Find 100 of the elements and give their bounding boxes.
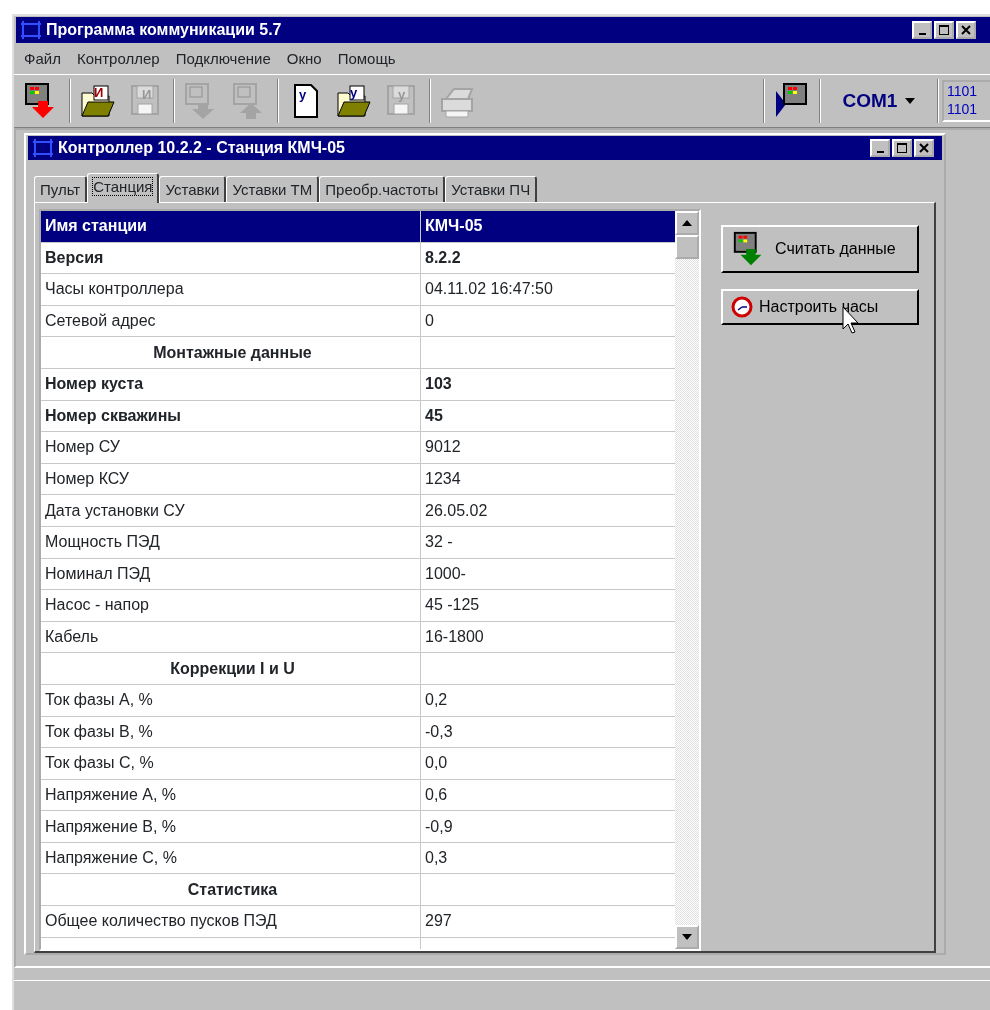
table-cell-text: 32 - — [424, 532, 454, 553]
close-icon — [919, 143, 929, 153]
table-cell-text: 04.11.02 16:47:50 — [424, 279, 554, 300]
table-cell-text: 1234 — [424, 469, 462, 490]
icon-letter: у — [350, 86, 358, 99]
toolbar-button[interactable]: у — [330, 79, 378, 123]
toolbar-button[interactable]: у — [282, 79, 330, 123]
action-button[interactable]: Считать данные — [721, 225, 919, 273]
table-cell-text: -0,9 — [424, 816, 454, 837]
table-cell-text: 8.2.2 — [424, 247, 462, 268]
table-cell: Напряжение В, % — [41, 811, 421, 842]
table-cell: Номинал ПЭД — [41, 558, 421, 590]
table-row[interactable]: Сетевой адрес 0 — [41, 305, 675, 338]
table-cell: Номер КСУ — [41, 463, 421, 495]
up-arrow-icon — [682, 220, 692, 226]
menu-item[interactable]: Окно — [278, 47, 330, 71]
maximize-button[interactable] — [892, 139, 912, 157]
table-row[interactable]: Номер КСУ 1234 — [41, 463, 675, 496]
scrollbar[interactable] — [675, 211, 699, 949]
menu-item[interactable]: Файл — [16, 47, 69, 71]
table-cell: Статистика — [41, 874, 421, 906]
table-row[interactable]: Монтажные данные — [41, 337, 675, 369]
table-row[interactable]: Напряжение В, % -0,9 — [41, 811, 675, 843]
table-cell: Кабель — [41, 621, 421, 653]
table-row[interactable]: Общее количество пусков ПЭД 297 — [41, 906, 675, 938]
table-row[interactable]: Ток фазы В, % -0,3 — [41, 716, 675, 749]
maximize-button[interactable] — [934, 21, 954, 39]
close-icon — [961, 25, 971, 35]
table-cell-text: 16-1800 — [424, 627, 485, 647]
table-row[interactable]: Часы контроллера 04.11.02 16:47:50 — [41, 274, 675, 306]
icon-letter: у — [299, 88, 307, 101]
tab[interactable]: Преобр.частоты — [319, 176, 446, 202]
close-button[interactable] — [956, 21, 976, 39]
scroll-down-button[interactable] — [675, 925, 699, 949]
table-row[interactable]: Напряжение А, % 0,6 — [41, 779, 675, 812]
table-row[interactable]: Номер СУ 9012 — [41, 432, 675, 464]
port-dropdown[interactable]: COM1 — [824, 79, 934, 123]
table-row[interactable]: Статистика — [41, 874, 675, 907]
icon-letter: И — [142, 88, 152, 101]
table-cell: Номер СУ — [41, 432, 421, 463]
table-row[interactable]: Дата установки СУ 26.05.02 — [41, 495, 675, 527]
table-cell-text: 0 — [424, 311, 435, 332]
table-cell-text: 45 -125 — [424, 595, 481, 616]
table-row[interactable]: Насос - напор 45 -125 — [41, 590, 675, 622]
table-row[interactable]: Имя станции КМЧ-05 — [41, 211, 675, 243]
table-row[interactable]: Напряжение С, % 0,3 — [41, 842, 675, 875]
tab[interactable]: Пульт — [34, 176, 88, 202]
table-cell-text: 45 — [424, 405, 444, 426]
table-cell: Часы контроллера — [41, 274, 421, 305]
window-title: Программа коммуникации 5.7 — [46, 20, 282, 40]
scroll-up-button[interactable] — [675, 211, 699, 235]
table-cell-text: 297 — [424, 911, 453, 932]
icon-letter: у — [398, 88, 406, 101]
table-cell: Ток фазы А, % — [41, 684, 421, 716]
table-row[interactable]: Ток фазы С, % 0,0 — [41, 748, 675, 780]
table-cell-text: 0,0 — [424, 753, 449, 774]
table-cell: Сетевой адрес — [41, 305, 421, 337]
close-button[interactable] — [914, 139, 934, 157]
maximize-icon — [939, 25, 949, 35]
table-row[interactable]: Номер куста 103 — [41, 368, 675, 401]
table-cell-text: 103 — [424, 374, 453, 395]
table-cell: Напряжение С, % — [41, 842, 421, 874]
table-cell-text: 0,3 — [424, 848, 449, 869]
table-cell-text: 0,6 — [424, 785, 449, 805]
tab[interactable]: Уставки ПЧ — [445, 176, 538, 202]
scroll-thumb[interactable] — [675, 235, 699, 259]
table-row[interactable]: Мощность ПЭД 32 - — [41, 526, 675, 559]
minimize-button[interactable] — [870, 139, 890, 157]
table-cell: Монтажные данные — [41, 337, 421, 368]
menu-item[interactable]: Помощь — [329, 47, 404, 71]
table-row[interactable]: Кабель 16-1800 — [41, 621, 675, 654]
caret-icon — [905, 98, 916, 104]
action-button[interactable]: Настроить часы — [721, 289, 919, 325]
table-cell-text: -0,3 — [424, 721, 454, 742]
table-cell: Коррекции I и U — [41, 653, 421, 684]
table-cell: Версия — [41, 242, 421, 274]
table-row[interactable]: Коррекции I и U — [41, 653, 675, 685]
app-icon — [32, 137, 54, 159]
table-row[interactable]: Версия 8.2.2 — [41, 242, 675, 275]
table-cell-text: КМЧ-05 — [424, 216, 484, 237]
toolbar-button[interactable]: И — [74, 79, 122, 123]
menu-item[interactable]: Контроллер — [68, 47, 168, 71]
table-row[interactable]: Номинал ПЭД 1000- — [41, 558, 675, 591]
table-cell: Напряжение А, % — [41, 779, 421, 811]
minimize-button[interactable] — [912, 21, 932, 39]
table-cell-text: 26.05.02 — [424, 500, 489, 521]
minimize-icon — [918, 33, 926, 35]
maximize-icon — [897, 143, 907, 153]
icon-letter: И — [94, 86, 104, 99]
tab[interactable]: Уставки — [159, 176, 227, 202]
indicator-text: 1101 — [947, 100, 979, 118]
tab[interactable]: Уставки ТМ — [226, 176, 320, 202]
tab[interactable]: Станция — [87, 173, 160, 203]
menu-item[interactable]: Подключение — [167, 47, 279, 71]
table-row[interactable]: Ток фазы А, % 0,2 — [41, 684, 675, 717]
table-cell-text: 9012 — [424, 437, 462, 458]
table-row[interactable]: Номер скважины 45 — [41, 400, 675, 433]
table-cell: Насос - напор — [41, 590, 421, 621]
table-cell: Номер куста — [41, 368, 421, 400]
table-cell: Имя станции — [41, 211, 421, 242]
